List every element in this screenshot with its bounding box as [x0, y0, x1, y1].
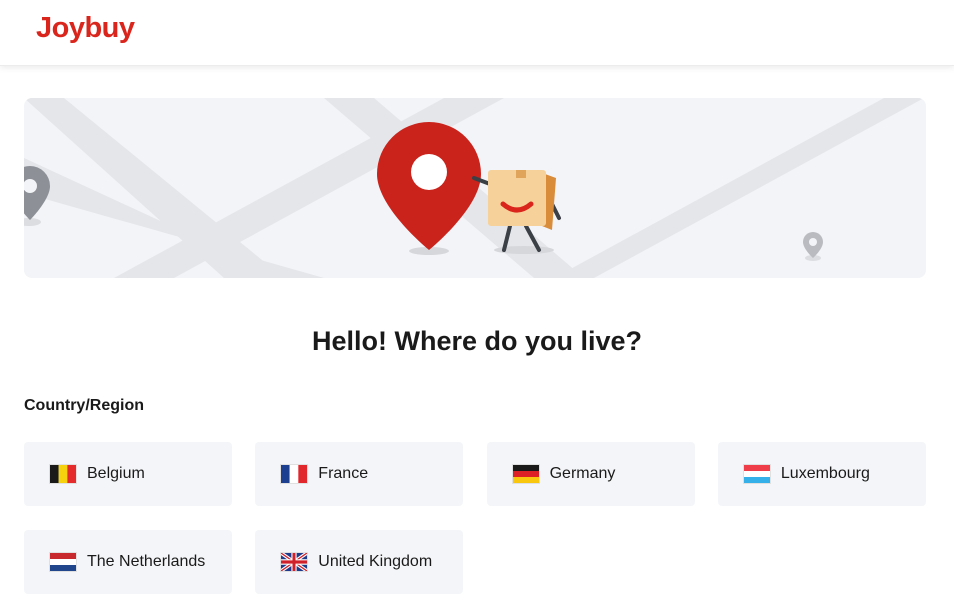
country-option-germany[interactable]: Germany — [486, 442, 695, 506]
france-flag-icon — [280, 464, 309, 484]
small-pin-icon — [803, 232, 823, 261]
country-name: Germany — [549, 465, 616, 482]
site-header: Joybuy — [0, 0, 954, 66]
country-region-label: Country/Region — [24, 397, 144, 414]
netherlands-flag-icon — [49, 552, 77, 572]
location-banner-illustration — [24, 98, 926, 278]
country-name: Luxembourg — [780, 465, 870, 482]
uk-flag-icon — [280, 552, 309, 572]
country-name: France — [318, 465, 369, 482]
country-option-belgium[interactable]: Belgium — [24, 442, 232, 506]
luxembourg-flag-icon — [742, 464, 771, 484]
country-name: Belgium — [87, 465, 145, 482]
country-option-france[interactable]: France — [255, 442, 464, 506]
germany-flag-icon — [511, 464, 540, 484]
country-option-netherlands[interactable]: The Netherlands — [24, 530, 232, 594]
joybuy-logo[interactable]: Joybuy — [36, 12, 135, 45]
country-list: Belgium France Germany Luxembourg The Ne… — [24, 442, 926, 594]
red-location-pin-icon — [377, 122, 481, 255]
country-name: United Kingdom — [318, 553, 433, 570]
belgium-flag-icon — [49, 464, 77, 484]
grey-pin-icon — [24, 166, 50, 226]
country-option-united-kingdom[interactable]: United Kingdom — [255, 530, 464, 594]
page-title: Hello! Where do you live? — [311, 326, 643, 356]
country-name: The Netherlands — [87, 553, 206, 570]
country-option-luxembourg[interactable]: Luxembourg — [717, 442, 926, 506]
